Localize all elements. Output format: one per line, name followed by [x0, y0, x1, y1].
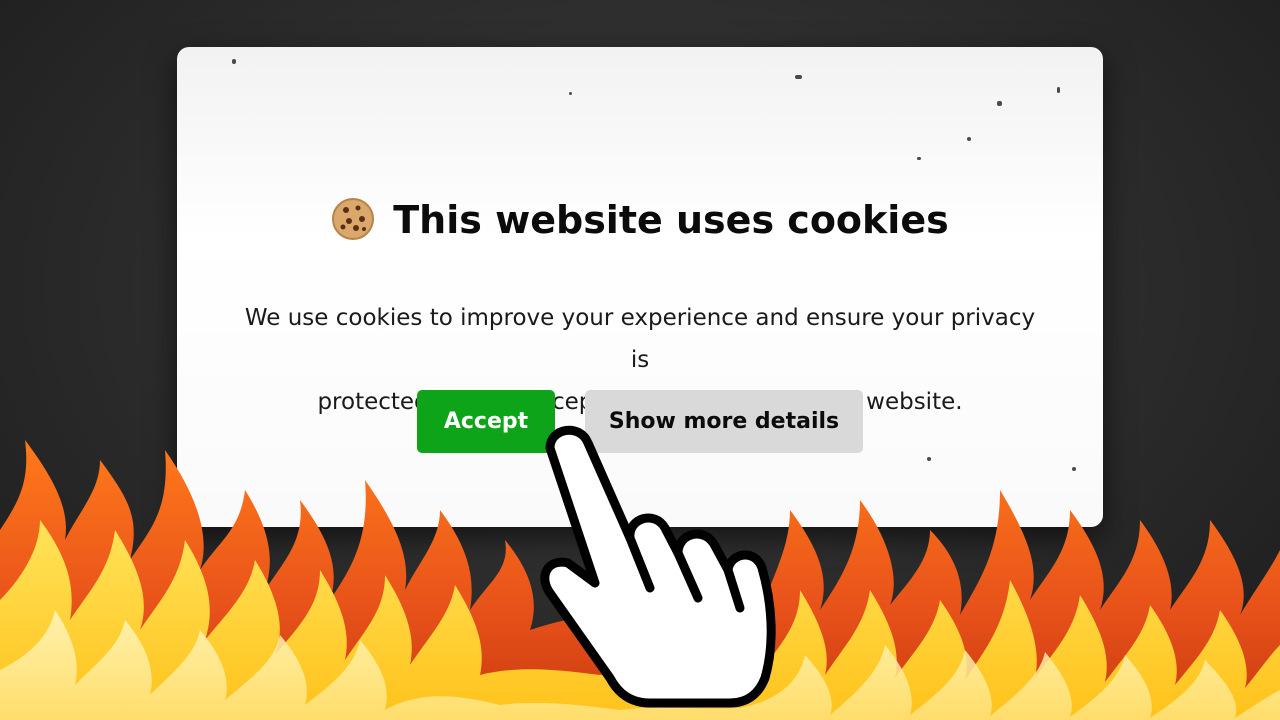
debris-speck: [569, 92, 572, 95]
dialog-title-text: This website uses cookies: [393, 198, 949, 242]
debris-speck: [1072, 467, 1076, 471]
debris-speck: [997, 101, 1002, 106]
debris-speck: [795, 75, 802, 79]
debris-speck: [967, 137, 971, 141]
dialog-title: This website uses cookies: [177, 197, 1103, 241]
debris-speck: [917, 157, 921, 160]
debris-speck: [1057, 87, 1060, 93]
stage-background: This website uses cookies We use cookies…: [0, 0, 1280, 720]
debris-speck: [927, 457, 931, 461]
hand-pointer-cursor-icon: [540, 425, 776, 708]
cookie-icon: [332, 198, 375, 240]
debris-speck: [232, 59, 236, 64]
dialog-body-line-1: We use cookies to improve your experienc…: [244, 305, 1036, 373]
